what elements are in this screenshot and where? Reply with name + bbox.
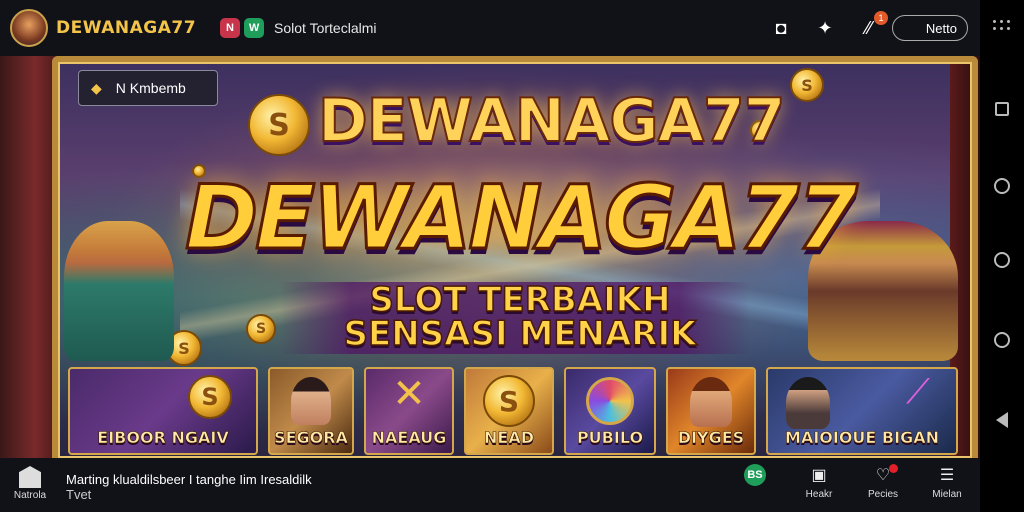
game-tile-label: MAIOIOUE BIGAN: [785, 428, 940, 448]
coin-icon: S: [246, 314, 276, 344]
green-badge-button[interactable]: BS: [738, 464, 772, 489]
game-tile-label: SEGORA: [274, 428, 348, 448]
red-chip-icon[interactable]: N: [220, 18, 241, 38]
green-badge-icon: BS: [744, 464, 766, 486]
badge-label: N Kmbemb: [115, 80, 186, 96]
banner-badge[interactable]: ◆ N Kmbemb: [78, 70, 218, 106]
slot-coin-icon: S: [188, 375, 232, 419]
top-bar: DEWANAGA77 N W Solot Torteclalmi ◘ ✦ ⁄⁄ …: [0, 0, 980, 56]
home-circle-icon[interactable]: [994, 332, 1010, 348]
pecies-button[interactable]: ♡ Pecies: [866, 464, 900, 500]
circle-button-icon[interactable]: [994, 178, 1010, 194]
camera-icon[interactable]: ◘: [770, 17, 792, 39]
menu-icon: ☰: [939, 467, 955, 484]
slot-coin-icon: S: [483, 375, 535, 427]
coin-icon: S: [790, 68, 824, 102]
gem-wheel-icon: [586, 377, 634, 425]
bottom-bar: Natrola Marting klualdilsbeer I tanghe I…: [0, 458, 980, 512]
brand-name: DEWANAGA77: [56, 18, 197, 38]
game-tile-label: NEAD: [484, 428, 535, 448]
crystal-sword-icon: ⟋: [906, 373, 930, 411]
game-tile[interactable]: S EIBOOR NGAIV: [68, 367, 258, 455]
puzzle-icon[interactable]: ✦: [814, 17, 836, 39]
logo-small: DEWANAGA77: [317, 85, 787, 157]
green-chip-icon[interactable]: W: [244, 18, 265, 38]
game-tile-label: PUBILO: [576, 428, 644, 448]
crossed-bars-icon: ✕: [392, 372, 426, 416]
notice-line-1: Marting klualdilsbeer I tanghe Iim Iresa…: [66, 472, 312, 487]
game-tiles: S EIBOOR NGAIV SEGORA ✕ NAEAUG S NEAD PU…: [68, 367, 962, 457]
page-subtitle: Solot Torteclalmi: [274, 20, 377, 36]
pecies-label: Pecies: [867, 489, 898, 500]
game-tile[interactable]: ⟋ MAIOIOUE BIGAN: [766, 367, 958, 455]
character-left: [64, 221, 174, 361]
coin-icon: S: [248, 94, 310, 156]
game-tile[interactable]: PUBILO: [564, 367, 656, 455]
bottom-actions: BS ▣ Heakr ♡ Pecies ☰ Mielan: [738, 464, 964, 500]
game-tile[interactable]: SEGORA: [268, 367, 354, 455]
portrait-icon: [786, 377, 830, 429]
top-actions: ◘ ✦ ⁄⁄ 1 Netto: [770, 0, 968, 56]
menu-label: Mielan: [932, 489, 962, 500]
notification-dot: [889, 464, 898, 473]
ticket-icon: ◆: [91, 79, 102, 96]
home-label: Natrola: [13, 490, 47, 501]
stats-icon[interactable]: ⁄⁄ 1: [858, 11, 888, 39]
logo-large: DEWANAGA77: [184, 165, 860, 271]
game-tile-label: DIYGES: [677, 428, 745, 448]
netto-toggle[interactable]: Netto: [892, 15, 968, 41]
game-tile[interactable]: S NEAD: [464, 367, 554, 455]
recents-icon[interactable]: [995, 102, 1009, 116]
home-button[interactable]: Natrola: [10, 466, 50, 501]
clipboard-icon: ▣: [811, 467, 827, 484]
hero-banner[interactable]: ◆ N Kmbemb S S S S DEWANAGA77 DEWANAGA77…: [0, 56, 980, 458]
game-tile-label: NAEAUG: [371, 428, 447, 448]
back-icon[interactable]: [996, 412, 1008, 428]
notice-line-2: Tvet: [66, 487, 92, 502]
game-tile[interactable]: ✕ NAEAUG: [364, 367, 454, 455]
portrait-icon: [690, 377, 732, 427]
system-nav-bar: [980, 0, 1024, 512]
game-tile[interactable]: DIYGES: [666, 367, 756, 455]
notice-text: Marting klualdilsbeer I tanghe Iim Iresa…: [66, 472, 312, 502]
heakr-label: Heakr: [805, 489, 833, 500]
apps-grid-icon[interactable]: [993, 20, 1010, 30]
heakr-button[interactable]: ▣ Heakr: [802, 464, 836, 500]
circle-button-icon[interactable]: [994, 252, 1010, 268]
curtain-left: [0, 56, 58, 458]
avatar[interactable]: [10, 9, 48, 47]
notification-badge: 1: [874, 11, 888, 25]
home-icon: [19, 466, 41, 488]
menu-button[interactable]: ☰ Mielan: [930, 464, 964, 500]
tagline-line-2: SENSASI MENARIK: [343, 313, 697, 355]
game-tile-label: EIBOOR NGAIV: [97, 428, 229, 448]
app-frame: DEWANAGA77 N W Solot Torteclalmi ◘ ✦ ⁄⁄ …: [0, 0, 1024, 512]
portrait-icon: [291, 377, 331, 425]
